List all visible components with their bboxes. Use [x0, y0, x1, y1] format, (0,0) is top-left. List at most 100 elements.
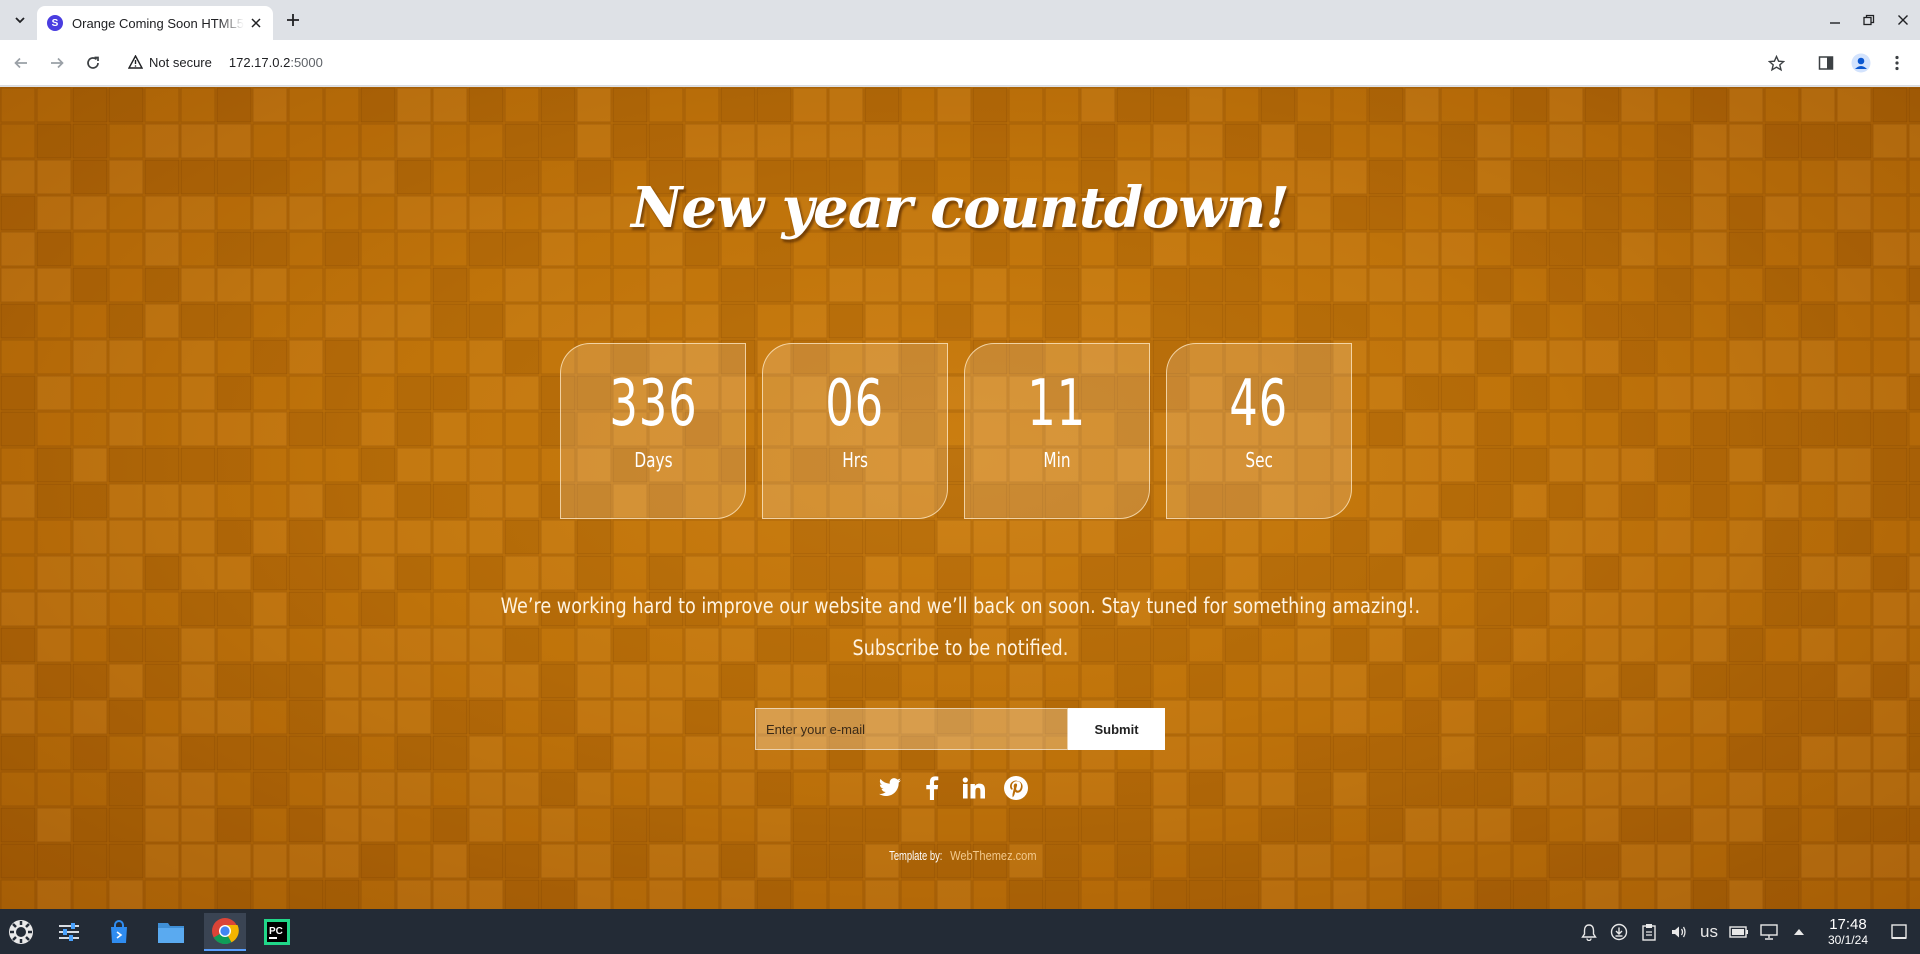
countdown-value: 11 [1027, 367, 1087, 441]
background-tile [36, 267, 72, 303]
background-tile [180, 699, 216, 735]
background-tile [216, 87, 252, 123]
tray-expand-icon[interactable] [1784, 917, 1814, 947]
warning-icon[interactable] [126, 53, 144, 71]
volume-icon[interactable] [1664, 917, 1694, 947]
background-tile [1440, 447, 1476, 483]
submit-button[interactable]: Submit [1068, 708, 1165, 750]
credit-link[interactable]: WebThemez.com [950, 848, 1036, 863]
background-tile [1836, 447, 1872, 483]
background-tile [1728, 87, 1764, 123]
background-tile [1296, 807, 1332, 843]
background-tile [1692, 879, 1728, 909]
clipboard-icon[interactable] [1634, 917, 1664, 947]
background-tile [972, 663, 1008, 699]
back-button[interactable] [9, 51, 33, 75]
background-tile [180, 339, 216, 375]
forward-button[interactable] [45, 51, 69, 75]
background-tile [1584, 735, 1620, 771]
pycharm-button[interactable]: PC [256, 913, 298, 951]
network-icon[interactable] [1754, 917, 1784, 947]
url-host[interactable]: 172.17.0.2 [229, 55, 290, 70]
updates-icon[interactable] [1604, 917, 1634, 947]
background-tile [108, 411, 144, 447]
browser-menu-button[interactable] [1885, 51, 1909, 75]
background-tile [288, 519, 324, 555]
background-tile [1548, 123, 1584, 159]
background-tile [1584, 807, 1620, 843]
clock[interactable]: 17:48 30/1/24 [1828, 916, 1868, 947]
background-tile [720, 267, 756, 303]
email-field[interactable] [755, 708, 1068, 750]
background-tile [1044, 267, 1080, 303]
address-bar[interactable]: Not secure 172.17.0.2:5000 [116, 44, 1756, 80]
background-tile [864, 303, 900, 339]
background-tile [216, 411, 252, 447]
background-tile [360, 807, 396, 843]
background-tile [1116, 303, 1152, 339]
linkedin-icon[interactable] [960, 774, 988, 802]
settings-panel-icon [59, 923, 79, 941]
background-tile [468, 807, 504, 843]
settings-panel-button[interactable] [48, 913, 90, 951]
background-tile [1548, 879, 1584, 909]
tab-search-button[interactable] [8, 8, 32, 32]
background-tile [1800, 735, 1836, 771]
battery-icon[interactable] [1724, 917, 1754, 947]
background-tile [936, 267, 972, 303]
countdown-label: Hrs [842, 448, 868, 472]
background-tile [828, 771, 864, 807]
twitter-icon[interactable] [876, 774, 904, 802]
facebook-icon[interactable] [918, 774, 946, 802]
background-tile [1440, 879, 1476, 909]
file-manager-button[interactable] [150, 913, 192, 951]
system-menu-button[interactable] [0, 913, 42, 951]
profile-button[interactable] [1849, 51, 1873, 75]
new-tab-button[interactable] [281, 8, 305, 32]
background-tile [1656, 411, 1692, 447]
background-tile [540, 771, 576, 807]
background-tile [1908, 771, 1920, 807]
not-secure-label[interactable]: Not secure [149, 55, 212, 70]
background-tile [1872, 519, 1908, 555]
reload-button[interactable] [81, 51, 105, 75]
notifications-icon[interactable] [1574, 917, 1604, 947]
background-tile [1332, 699, 1368, 735]
background-tile [1620, 375, 1656, 411]
background-tile [1044, 879, 1080, 909]
background-tile [1332, 123, 1368, 159]
background-tile [1764, 87, 1800, 123]
chrome-button[interactable] [204, 913, 246, 951]
restore-button[interactable] [1852, 0, 1886, 40]
background-tile [72, 339, 108, 375]
background-tile [792, 771, 828, 807]
background-tile [900, 303, 936, 339]
background-tile [1764, 519, 1800, 555]
background-tile [216, 771, 252, 807]
tab-close-button[interactable] [247, 14, 265, 32]
background-tile [1296, 87, 1332, 123]
side-panel-button[interactable] [1814, 51, 1838, 75]
keyboard-layout[interactable]: us [1700, 922, 1718, 942]
background-tile [1404, 519, 1440, 555]
background-tile [360, 771, 396, 807]
show-desktop-button[interactable] [1884, 917, 1914, 947]
background-tile [1800, 267, 1836, 303]
background-tile [1908, 879, 1920, 909]
background-tile [972, 303, 1008, 339]
close-window-button[interactable] [1886, 0, 1920, 40]
bookmark-button[interactable] [1764, 51, 1788, 75]
background-tile [576, 267, 612, 303]
url-port[interactable]: :5000 [290, 55, 323, 70]
store-button[interactable] [98, 913, 140, 951]
browser-tab[interactable]: S Orange Coming Soon HTML5 Template [37, 6, 273, 40]
background-tile [432, 879, 468, 909]
background-tile [1548, 519, 1584, 555]
background-tile [36, 339, 72, 375]
background-tile [828, 303, 864, 339]
subscribe-form: Submit [755, 708, 1165, 750]
background-tile [1476, 411, 1512, 447]
background-tile [1764, 735, 1800, 771]
minimize-button[interactable] [1818, 0, 1852, 40]
pinterest-icon[interactable] [1002, 774, 1030, 802]
